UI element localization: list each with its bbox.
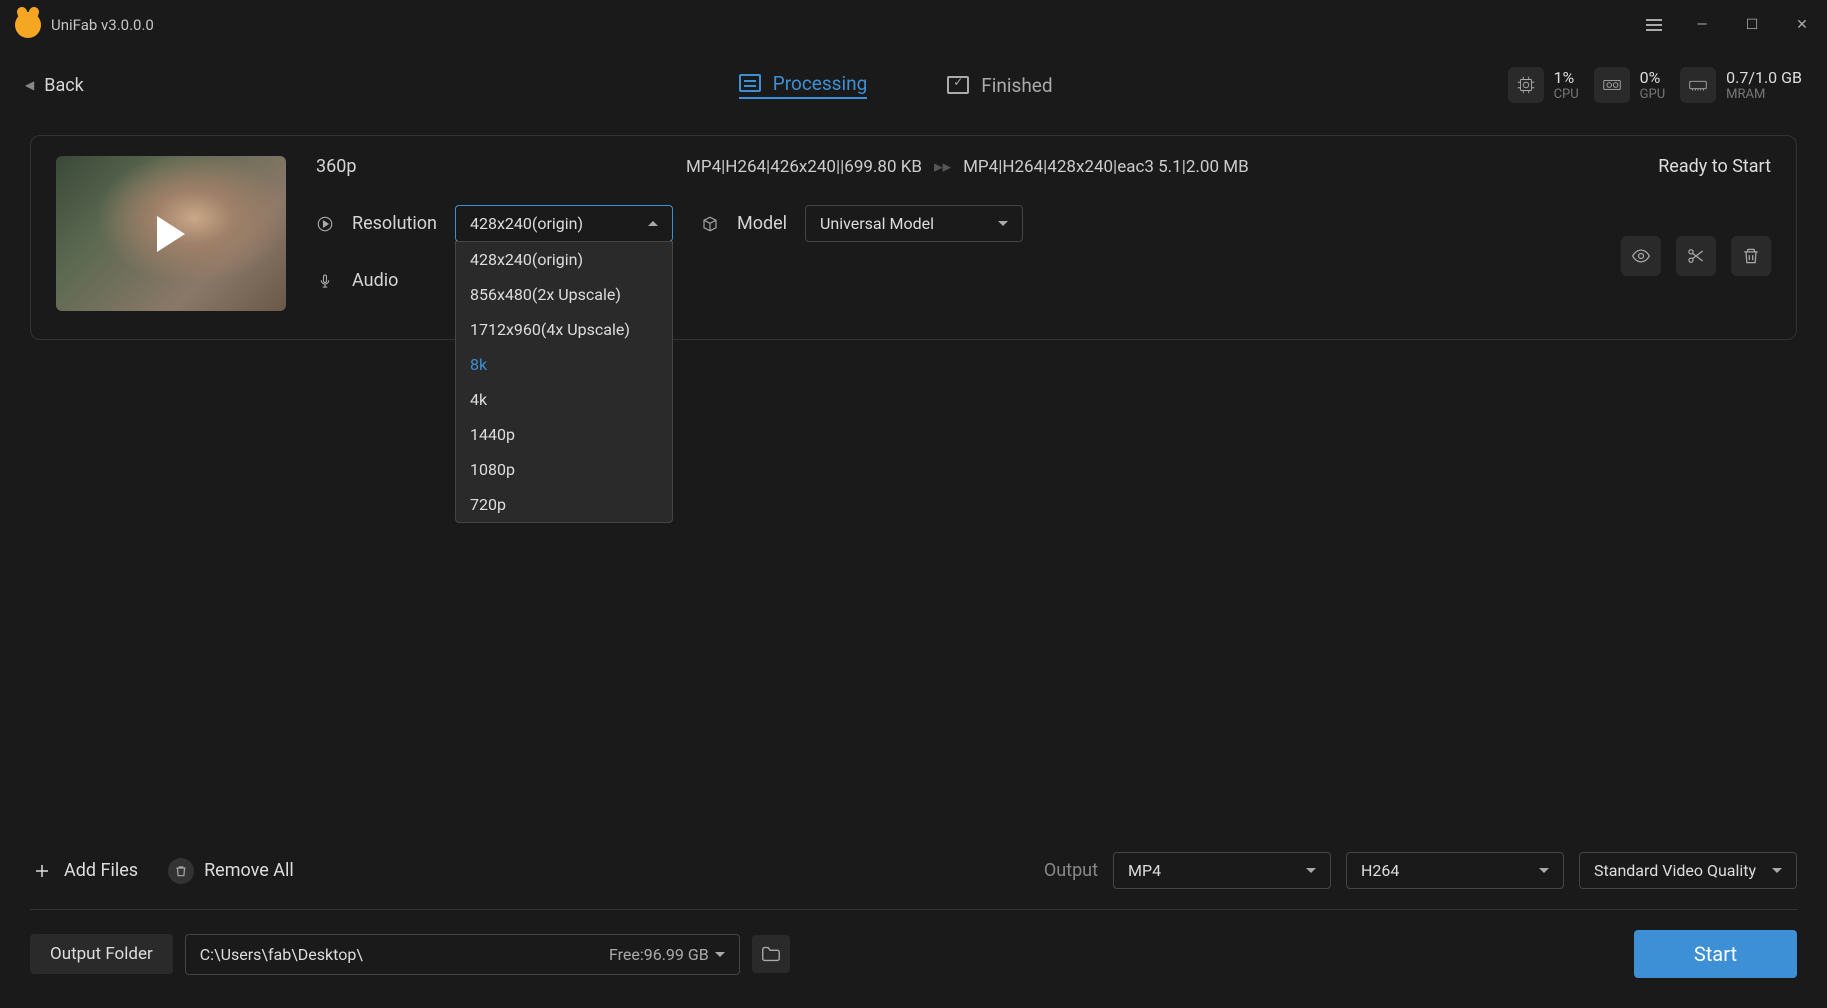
title-bar: UniFab v3.0.0.0 — ☐ ✕ — [0, 0, 1827, 50]
mram-label: MRAM — [1726, 87, 1802, 102]
bottom-area: Add Files Remove All Output MP4 H264 Sta… — [0, 852, 1827, 1008]
resolution-value: 428x240(origin) — [470, 214, 583, 233]
add-files-button[interactable]: Add Files — [30, 859, 138, 883]
caret-down-icon — [1772, 868, 1782, 873]
app-title: UniFab v3.0.0.0 — [51, 16, 154, 34]
task-status: Ready to Start — [1658, 156, 1771, 177]
model-select[interactable]: Universal Model — [805, 205, 1023, 242]
tab-finished[interactable]: Finished — [947, 72, 1052, 99]
task-card: 360p MP4|H264|426x240||699.80 KB ▸▸ MP4|… — [30, 135, 1797, 340]
delete-button[interactable] — [1731, 236, 1771, 276]
cpu-value: 1% — [1554, 68, 1579, 87]
resolution-option[interactable]: 8k — [456, 347, 672, 382]
mram-value: 0.7/1.0 GB — [1726, 68, 1802, 87]
audio-label: Audio — [352, 270, 437, 291]
output-path-input[interactable]: C:\Users\fab\Desktop\ Free:96.99 GB — [185, 934, 740, 975]
resolution-option[interactable]: 1080p — [456, 452, 672, 487]
model-value: Universal Model — [820, 214, 934, 233]
caret-down-icon — [998, 221, 1008, 226]
stat-mram: 0.7/1.0 GB MRAM — [1680, 67, 1802, 103]
resolution-select[interactable]: 428x240(origin) 428x240(origin) 856x480(… — [455, 205, 673, 242]
folder-icon — [760, 943, 782, 965]
start-button[interactable]: Start — [1634, 930, 1797, 978]
format-value: MP4 — [1128, 861, 1161, 880]
resolution-option[interactable]: 4k — [456, 382, 672, 417]
stat-gpu: 0% GPU — [1594, 67, 1666, 103]
resolution-option[interactable]: 856x480(2x Upscale) — [456, 277, 672, 312]
cpu-icon — [1508, 67, 1544, 103]
task-name: 360p — [316, 156, 686, 177]
divider — [30, 909, 1797, 910]
back-caret-icon: ◀ — [25, 78, 34, 92]
tab-processing-label: Processing — [773, 72, 868, 95]
maximize-button[interactable]: ☐ — [1742, 17, 1762, 33]
eye-icon — [1631, 246, 1651, 266]
audio-icon — [316, 272, 334, 290]
caret-up-icon — [648, 221, 658, 226]
resolution-icon — [316, 215, 334, 233]
toolbar: ◀ Back Processing Finished 1% CPU — [0, 50, 1827, 120]
caret-down-icon — [1539, 868, 1549, 873]
resolution-option[interactable]: 720p — [456, 487, 672, 522]
resolution-label: Resolution — [352, 213, 437, 234]
caret-down-icon — [1306, 868, 1316, 873]
cpu-label: CPU — [1554, 87, 1579, 102]
caret-down-icon — [715, 952, 725, 957]
gpu-value: 0% — [1640, 68, 1666, 87]
add-files-label: Add Files — [64, 860, 138, 881]
resolution-option[interactable]: 1440p — [456, 417, 672, 452]
free-space-value: Free:96.99 GB — [609, 945, 709, 964]
video-thumbnail[interactable] — [56, 156, 286, 311]
tab-processing[interactable]: Processing — [739, 72, 868, 99]
finished-icon — [947, 76, 969, 94]
path-value: C:\Users\fab\Desktop\ — [200, 945, 363, 964]
quality-select[interactable]: Standard Video Quality — [1579, 852, 1797, 889]
gpu-icon — [1594, 67, 1630, 103]
menu-icon[interactable] — [1646, 19, 1662, 31]
gpu-label: GPU — [1640, 87, 1666, 102]
model-icon — [701, 215, 719, 233]
tab-finished-label: Finished — [981, 74, 1052, 97]
trash-icon — [1741, 246, 1761, 266]
stat-cpu: 1% CPU — [1508, 67, 1579, 103]
model-label: Model — [737, 213, 787, 234]
quality-value: Standard Video Quality — [1594, 861, 1756, 880]
trim-button[interactable] — [1676, 236, 1716, 276]
free-space-dropdown[interactable]: Free:96.99 GB — [609, 945, 725, 964]
output-label: Output — [1044, 860, 1098, 881]
close-button[interactable]: ✕ — [1792, 17, 1812, 33]
target-info: MP4|H264|428x240|eac3 5.1|2.00 MB — [963, 157, 1249, 177]
output-folder-button[interactable]: Output Folder — [30, 934, 173, 974]
minimize-button[interactable]: — — [1692, 17, 1712, 33]
back-label: Back — [44, 75, 84, 96]
resolution-option[interactable]: 428x240(origin) — [456, 242, 672, 277]
main-content: 360p MP4|H264|426x240||699.80 KB ▸▸ MP4|… — [0, 120, 1827, 852]
remove-all-label: Remove All — [204, 860, 294, 881]
resolution-dropdown: 428x240(origin) 856x480(2x Upscale) 1712… — [455, 241, 673, 523]
mram-icon — [1680, 67, 1716, 103]
source-info: MP4|H264|426x240||699.80 KB — [686, 157, 922, 177]
preview-button[interactable] — [1621, 236, 1661, 276]
browse-button[interactable] — [752, 935, 790, 973]
arrow-icon: ▸▸ — [934, 157, 951, 177]
codec-select[interactable]: H264 — [1346, 852, 1564, 889]
codec-value: H264 — [1361, 861, 1399, 880]
processing-icon — [739, 74, 761, 92]
remove-all-button[interactable]: Remove All — [168, 858, 294, 884]
plus-icon — [30, 859, 54, 883]
back-button[interactable]: ◀ Back — [25, 75, 84, 96]
scissors-icon — [1686, 246, 1706, 266]
trash-small-icon — [168, 858, 194, 884]
app-logo-icon — [15, 12, 41, 38]
play-icon — [157, 216, 185, 252]
format-select[interactable]: MP4 — [1113, 852, 1331, 889]
resolution-option[interactable]: 1712x960(4x Upscale) — [456, 312, 672, 347]
